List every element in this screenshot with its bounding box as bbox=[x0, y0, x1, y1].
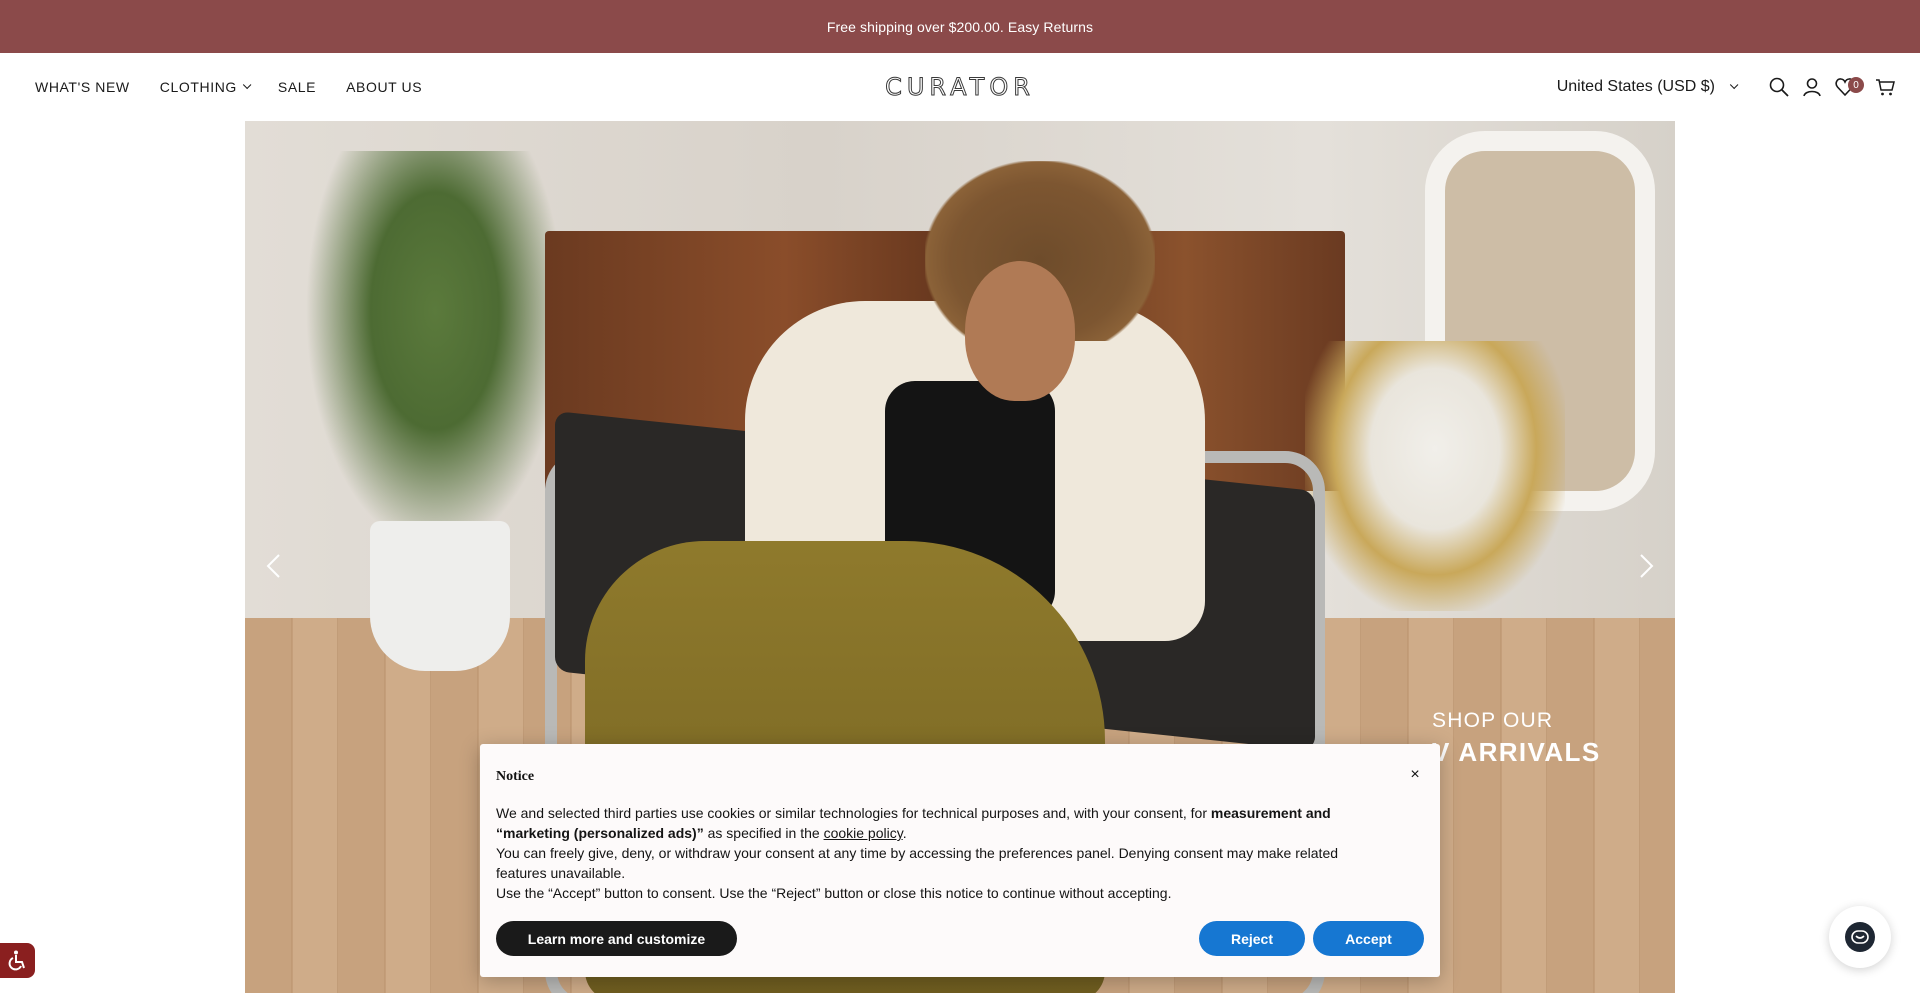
cart-icon[interactable] bbox=[1874, 76, 1896, 98]
notice-title: Notice bbox=[496, 769, 535, 784]
logo-wordmark: CURATOR bbox=[885, 73, 1035, 102]
header-actions: United States (USD $) 0 bbox=[1557, 53, 1896, 121]
cookie-notice: Notice × We and selected third parties u… bbox=[480, 744, 1440, 977]
notice-text: . bbox=[902, 825, 907, 841]
notice-paragraph-3: Use the “Accept” button to consent. Use … bbox=[496, 885, 1172, 901]
accept-button[interactable]: Accept bbox=[1313, 921, 1424, 956]
hero-caption-big: V ARRIVALS bbox=[1432, 737, 1601, 767]
chevron-down-icon bbox=[1729, 80, 1739, 90]
cookie-policy-link[interactable]: cookie policy bbox=[824, 825, 903, 841]
slideshow-next-button[interactable] bbox=[1631, 551, 1661, 581]
nav-item-label: SALE bbox=[277, 79, 317, 95]
chevron-left-icon bbox=[266, 554, 280, 578]
nav-item-label: WHAT'S NEW bbox=[35, 79, 130, 95]
main-nav: WHAT'S NEW CLOTHING SALE ABOUT US bbox=[35, 53, 452, 121]
nav-item-about-us[interactable]: ABOUT US bbox=[346, 79, 422, 95]
hero-caption-small: SHOP OUR bbox=[1432, 709, 1554, 732]
chat-launcher[interactable] bbox=[1829, 906, 1891, 968]
announcement-bar: Free shipping over $200.00. Easy Returns bbox=[0, 0, 1920, 53]
announcement-text: Free shipping over $200.00. Easy Returns bbox=[826, 18, 1094, 35]
nav-item-sale[interactable]: SALE bbox=[278, 79, 316, 95]
hero-image-face bbox=[965, 261, 1075, 401]
accessibility-button[interactable] bbox=[0, 943, 35, 978]
wishlist-count-badge: 0 bbox=[1848, 77, 1864, 93]
hero-caption[interactable]: SHOP OUR V ARRIVALS bbox=[1432, 709, 1652, 768]
notice-paragraph-1: We and selected third parties use cookie… bbox=[496, 803, 1356, 843]
nav-item-clothing[interactable]: CLOTHING bbox=[159, 79, 252, 95]
search-icon[interactable] bbox=[1768, 76, 1790, 98]
close-icon[interactable]: × bbox=[1406, 766, 1424, 784]
notice-body: We and selected third parties use cookie… bbox=[496, 803, 1356, 903]
notice-paragraph-2: You can freely give, deny, or withdraw y… bbox=[496, 845, 1339, 881]
notice-text: as specified in the bbox=[703, 825, 824, 841]
reject-button[interactable]: Reject bbox=[1199, 921, 1305, 956]
learn-more-button[interactable]: Learn more and customize bbox=[496, 921, 737, 956]
notice-text: We and selected third parties use cookie… bbox=[496, 805, 1211, 821]
chat-icon bbox=[1845, 922, 1875, 952]
svg-text:CURATOR: CURATOR bbox=[885, 73, 1035, 101]
hero-image-pot bbox=[370, 521, 510, 671]
site-logo[interactable]: CURATOR bbox=[885, 67, 1035, 107]
site-header: WHAT'S NEW CLOTHING SALE ABOUT US CURATO… bbox=[0, 53, 1920, 121]
wishlist-icon[interactable]: 0 bbox=[1834, 76, 1864, 98]
hero-image-gold-chair bbox=[1305, 341, 1565, 611]
chevron-right-icon bbox=[1640, 554, 1654, 578]
nav-item-label: CLOTHING bbox=[159, 79, 237, 95]
chevron-down-icon bbox=[242, 80, 252, 90]
hero-image-plant bbox=[305, 151, 565, 551]
account-icon[interactable] bbox=[1801, 76, 1823, 98]
nav-item-whats-new[interactable]: WHAT'S NEW bbox=[35, 79, 130, 95]
currency-selector[interactable]: United States (USD $) bbox=[1556, 78, 1739, 96]
wheelchair-icon bbox=[8, 950, 25, 970]
nav-item-label: ABOUT US bbox=[346, 79, 423, 95]
currency-label: United States (USD $) bbox=[1556, 78, 1715, 95]
slideshow-prev-button[interactable] bbox=[259, 551, 289, 581]
